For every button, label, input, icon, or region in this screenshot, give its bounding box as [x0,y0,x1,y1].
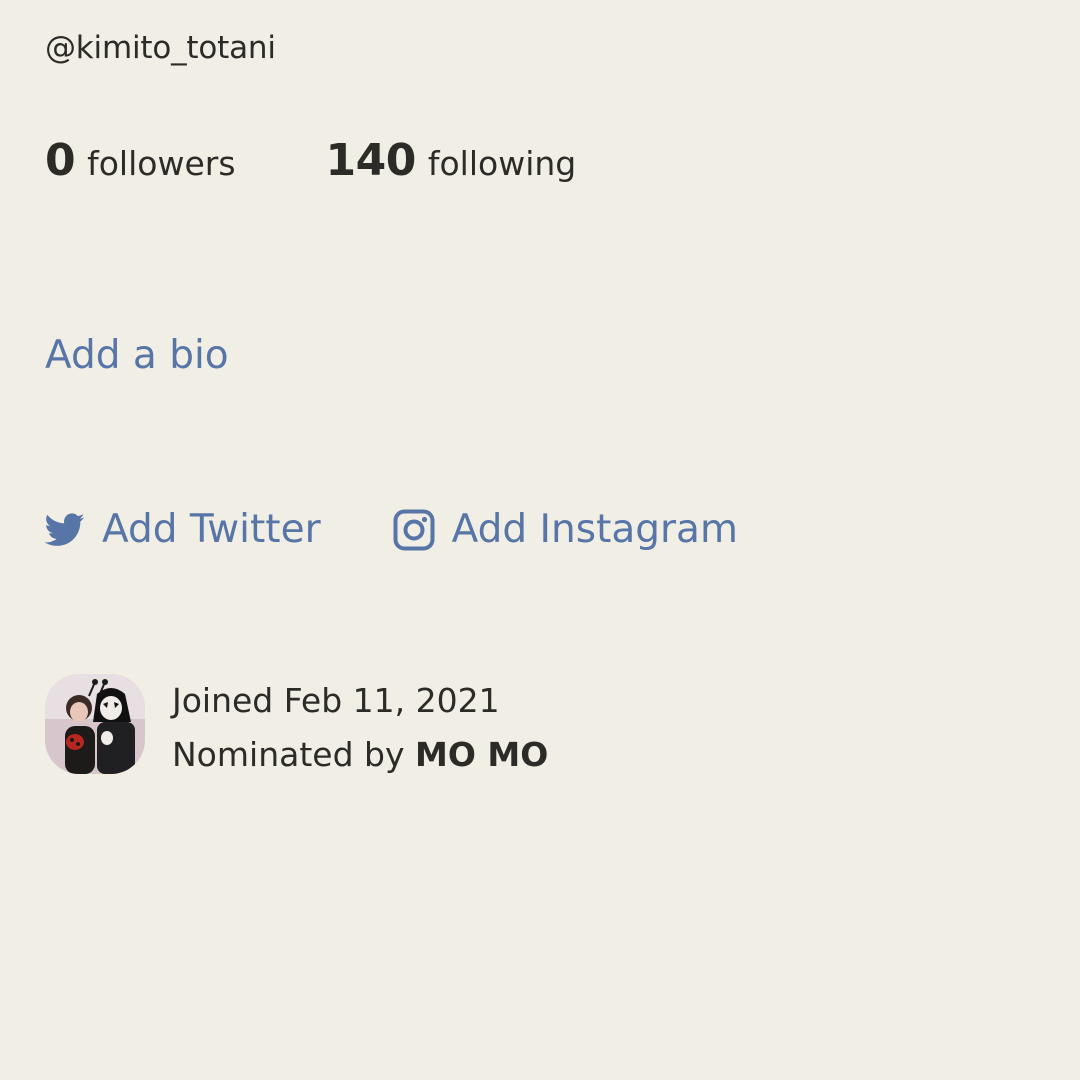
twitter-bird-icon [45,513,85,547]
following-stat[interactable]: 140 following [326,134,577,191]
nominator-avatar[interactable] [45,674,145,774]
joined-meta: Joined Feb 11, 2021 Nominated by MO MO [172,674,548,782]
joined-block: Joined Feb 11, 2021 Nominated by MO MO [45,674,548,782]
social-links: Add Twitter Add Instagram [45,503,738,557]
add-instagram-link[interactable]: Add Instagram [393,503,738,557]
nominated-line: Nominated by MO MO [172,728,548,782]
followers-stat[interactable]: 0 followers [45,134,236,191]
add-instagram-label: Add Instagram [451,507,738,552]
nominator-name[interactable]: MO MO [415,735,548,774]
profile-username: @kimito_totani [45,30,276,66]
following-label: following [427,144,577,183]
add-twitter-link[interactable]: Add Twitter [45,503,321,557]
joined-date: Joined Feb 11, 2021 [172,681,500,720]
add-bio-link[interactable]: Add a bio [45,329,229,383]
profile-stats: 0 followers 140 following [45,134,576,191]
add-twitter-label: Add Twitter [102,507,321,552]
instagram-camera-icon [393,509,435,551]
followers-count: 0 [45,135,76,186]
avatar-photo [45,674,145,774]
nominated-prefix: Nominated by [172,735,405,774]
followers-label: followers [87,144,236,183]
following-count: 140 [325,135,417,186]
